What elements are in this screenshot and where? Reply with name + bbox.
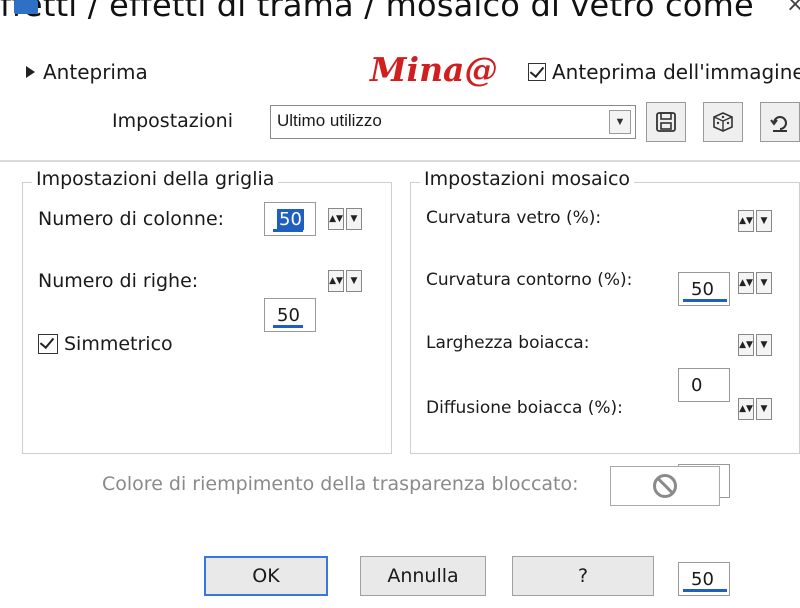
fill-color-swatch[interactable] — [610, 466, 720, 506]
spin-dropdown-icon[interactable]: ▼ — [346, 270, 362, 292]
save-preset-button[interactable] — [646, 102, 686, 142]
columns-input[interactable]: 50 — [264, 202, 316, 236]
fill-color-label: Colore di riempimento della trasparenza … — [102, 473, 579, 495]
image-preview-label: Anteprima dell'immagine — [552, 60, 800, 84]
spin-arrows-icon[interactable]: ▲▼ — [328, 270, 344, 292]
columns-value: 50 — [277, 209, 304, 230]
glass-curvature-input[interactable]: 50 — [678, 272, 730, 306]
checkbox-checked-icon — [38, 334, 58, 354]
input-underline — [683, 589, 727, 592]
settings-label: Impostazioni — [112, 110, 233, 132]
edge-curvature-stepper[interactable]: ▲▼ ▼ — [738, 272, 772, 294]
edge-curvature-input[interactable]: 0 — [678, 368, 730, 402]
grout-diffusion-label: Diffusione boiacca (%): — [426, 398, 623, 418]
spin-dropdown-icon[interactable]: ▼ — [756, 210, 772, 232]
grout-width-label: Larghezza boiacca: — [426, 333, 590, 353]
spin-arrows-icon[interactable]: ▲▼ — [738, 398, 754, 420]
no-color-icon — [653, 474, 677, 498]
spin-dropdown-icon[interactable]: ▼ — [756, 398, 772, 420]
spin-arrows-icon[interactable]: ▲▼ — [738, 334, 754, 356]
edge-curvature-label: Curvatura contorno (%): — [426, 270, 633, 290]
preview-toggle[interactable]: Anteprima — [26, 60, 148, 84]
spin-arrows-icon[interactable]: ▲▼ — [328, 208, 344, 230]
symmetric-checkbox[interactable]: Simmetrico — [38, 333, 173, 355]
grout-width-stepper[interactable]: ▲▼ ▼ — [738, 334, 772, 356]
save-icon — [656, 112, 676, 132]
grout-diffusion-input[interactable]: 50 — [678, 562, 730, 596]
checkbox-checked-icon — [528, 63, 546, 81]
glass-curvature-stepper[interactable]: ▲▼ ▼ — [738, 210, 772, 232]
help-button[interactable]: ? — [512, 556, 654, 596]
reset-button[interactable] — [760, 102, 800, 142]
mosaic-settings-title: Impostazioni mosaico — [420, 168, 635, 190]
symmetric-label: Simmetrico — [64, 333, 173, 355]
edge-curvature-value: 0 — [691, 375, 703, 396]
watermark: Mina@ — [370, 50, 498, 89]
grout-diffusion-stepper[interactable]: ▲▼ ▼ — [738, 398, 772, 420]
spin-arrows-icon[interactable]: ▲▼ — [738, 272, 754, 294]
spin-arrows-icon[interactable]: ▲▼ — [738, 210, 754, 232]
spin-dropdown-icon[interactable]: ▼ — [756, 272, 772, 294]
grout-diffusion-value: 50 — [691, 569, 714, 590]
reset-icon — [770, 116, 787, 132]
spin-dropdown-icon[interactable]: ▼ — [346, 208, 362, 230]
grid-settings-title: Impostazioni della griglia — [32, 168, 279, 190]
chevron-down-icon[interactable]: ▼ — [609, 110, 631, 134]
dice-icon — [713, 112, 733, 132]
ok-button[interactable]: OK — [204, 556, 328, 596]
cancel-button[interactable]: Annulla — [360, 556, 486, 596]
rows-value: 50 — [277, 305, 300, 326]
columns-label: Numero di colonne: — [38, 208, 225, 230]
app-icon — [14, 0, 38, 14]
columns-stepper[interactable]: ▲▼ ▼ — [328, 208, 362, 230]
rows-stepper[interactable]: ▲▼ ▼ — [328, 270, 362, 292]
randomize-button[interactable] — [703, 102, 743, 142]
input-underline — [273, 325, 303, 328]
close-icon[interactable]: × — [786, 0, 800, 17]
input-underline — [273, 229, 303, 232]
expand-triangle-icon — [26, 66, 35, 78]
glass-curvature-label: Curvatura vetro (%): — [426, 208, 602, 228]
rows-label: Numero di righe: — [38, 270, 199, 292]
input-underline — [683, 299, 727, 302]
divider — [0, 160, 800, 162]
glass-mosaic-dialog: × Anteprima Mina@ Anteprima dell'immagin… — [0, 0, 800, 608]
preset-value: Ultimo utilizzo — [277, 111, 382, 130]
glass-curvature-value: 50 — [691, 279, 714, 300]
rows-input[interactable]: 50 — [264, 298, 316, 332]
preview-toggle-label: Anteprima — [43, 60, 148, 84]
preset-select[interactable]: Ultimo utilizzo ▼ — [270, 105, 636, 139]
spin-dropdown-icon[interactable]: ▼ — [756, 334, 772, 356]
image-preview-checkbox[interactable]: Anteprima dell'immagine — [528, 60, 800, 84]
